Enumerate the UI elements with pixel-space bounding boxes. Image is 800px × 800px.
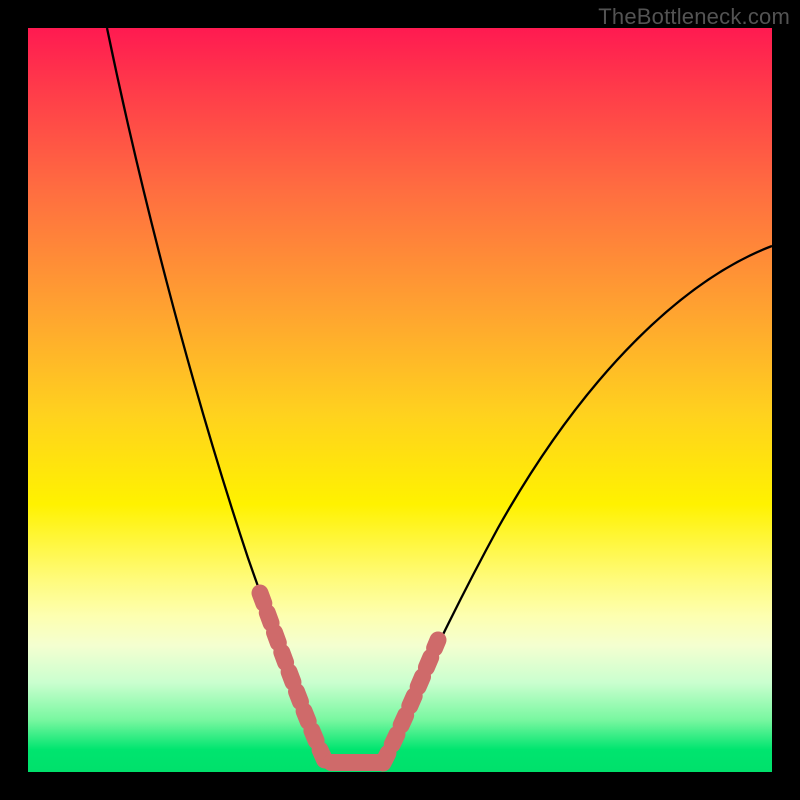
chart-plot-area [28,28,772,772]
watermark-text: TheBottleneck.com [598,4,790,30]
highlight-right-ticks [383,640,438,763]
chart-curve-left [107,28,330,768]
highlight-left-ticks [260,593,326,763]
chart-curve-right [378,246,772,768]
chart-svg [28,28,772,772]
highlight-floor-band [323,754,389,771]
